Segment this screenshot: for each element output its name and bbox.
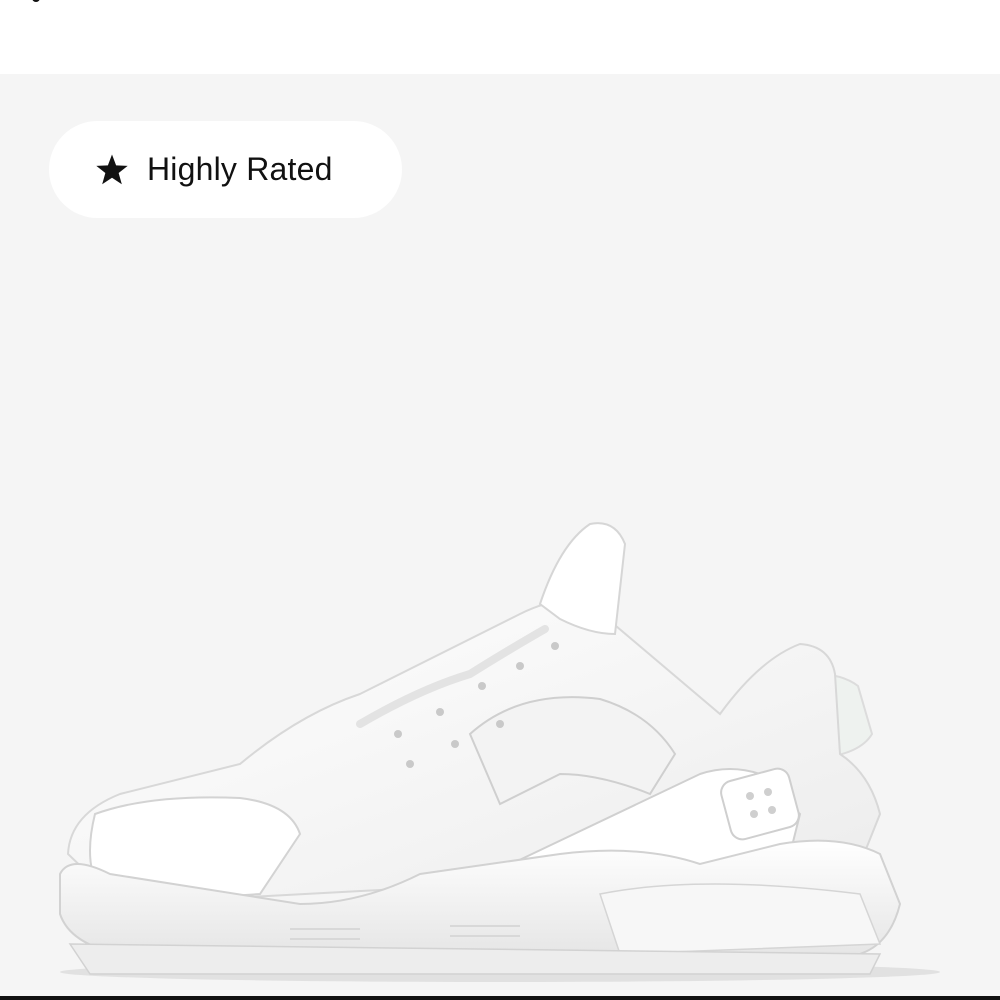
- top-header-strip: [0, 0, 1000, 74]
- cut-off-header-glyph: [32, 0, 40, 2]
- bottom-divider: [0, 996, 1000, 1000]
- product-image-panel[interactable]: Highly Rated: [0, 74, 1000, 996]
- highly-rated-badge: Highly Rated: [49, 121, 402, 218]
- star-icon: [96, 153, 128, 184]
- product-page: Highly Rated: [0, 0, 1000, 1000]
- badge-label: Highly Rated: [147, 151, 333, 187]
